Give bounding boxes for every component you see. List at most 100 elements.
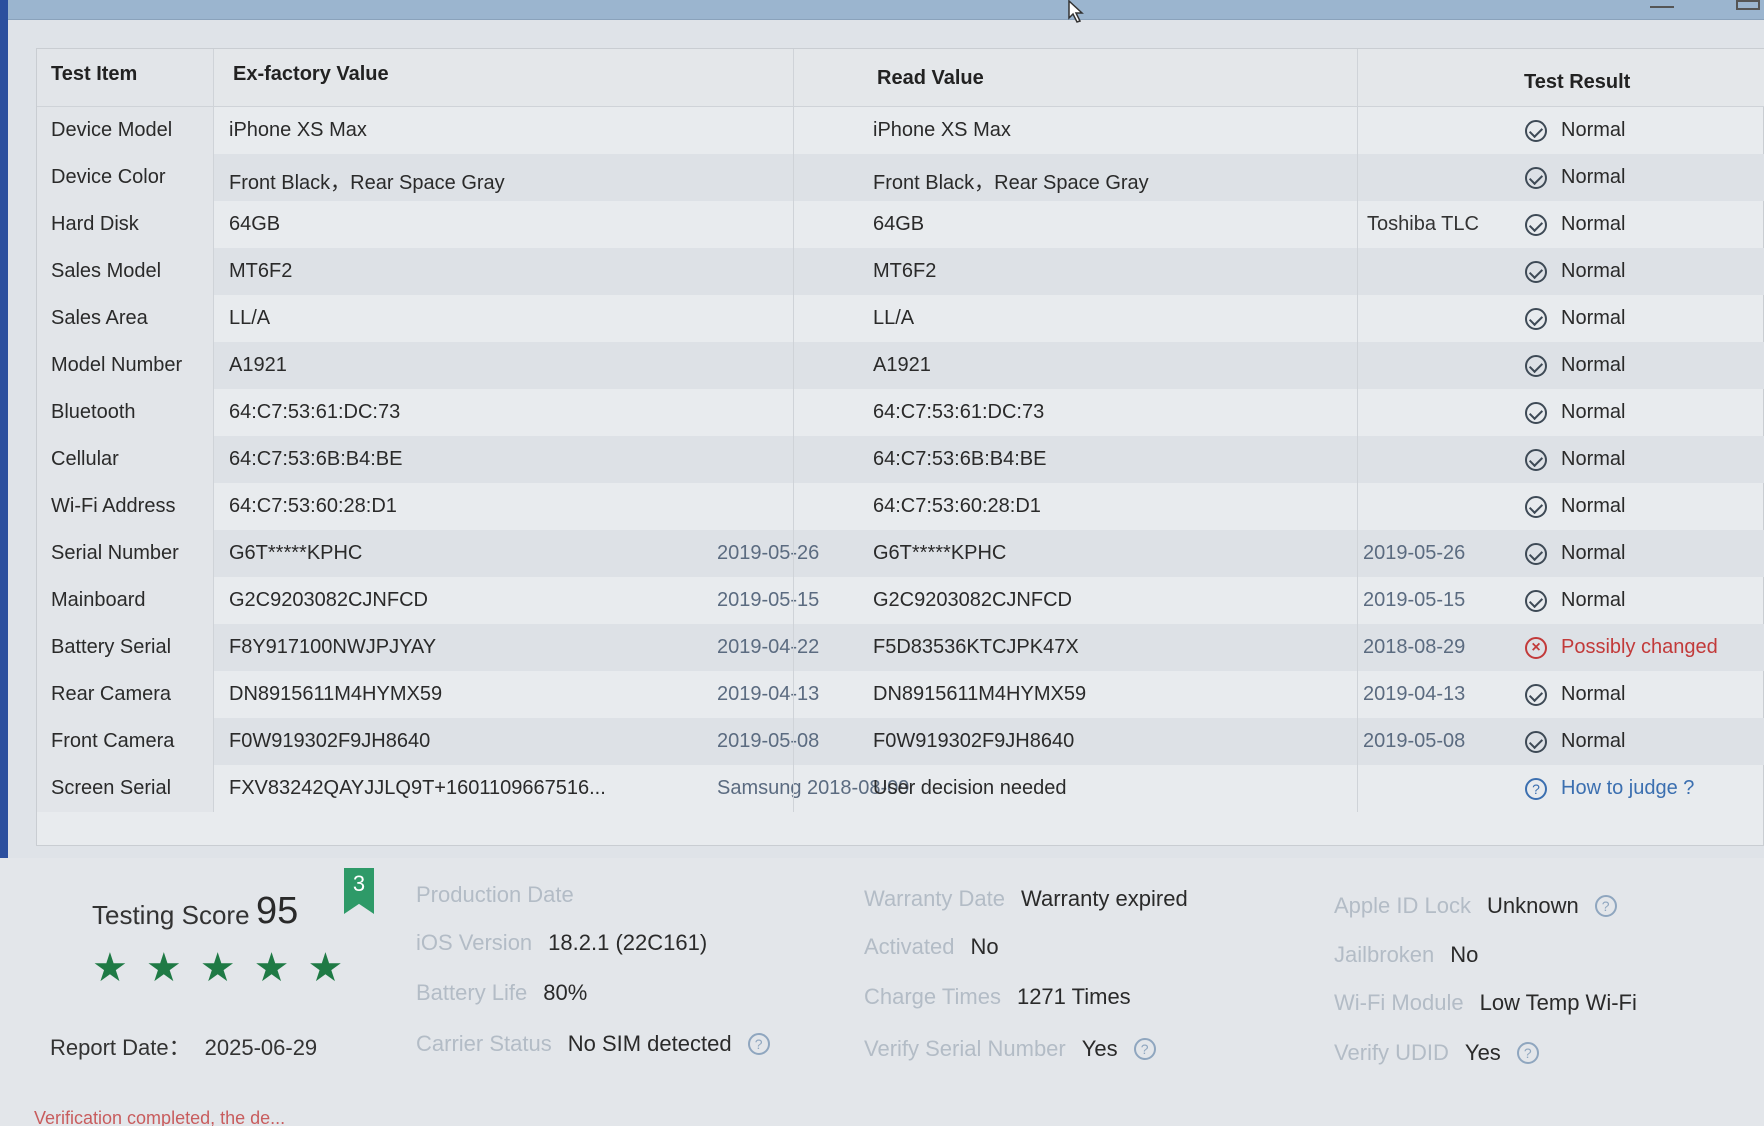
read-date-cell: 2019-05-26 — [1363, 542, 1466, 564]
test-result-cell: Normal — [1525, 542, 1625, 565]
test-result-label: Normal — [1561, 354, 1626, 376]
activated-label: Activated — [864, 934, 955, 959]
ex-factory-date-cell: 2019-04-22 — [717, 636, 820, 658]
ex-factory-value-cell: FXV83242QAYJJLQ9T+1601109667516... — [229, 777, 606, 799]
charge-times-value: 1271 Times — [1016, 984, 1131, 1009]
check-circle-icon — [1525, 166, 1547, 189]
star-icon: ★ — [199, 946, 236, 990]
ios-version-label: iOS Version — [416, 930, 533, 955]
apple-id-lock: Apple ID Lock Unknown ? — [1334, 893, 1617, 919]
production-date-label: Production Date — [416, 882, 574, 907]
warranty-date: Warranty Date Warranty expired — [864, 886, 1188, 912]
test-result-cell: Normal — [1525, 730, 1625, 753]
mouse-cursor-icon — [1068, 0, 1084, 23]
check-circle-icon — [1525, 589, 1547, 612]
table-row: Battery Serial F8Y917100NWJPJYAY 2019-04-2… — [37, 624, 1764, 671]
test-results-panel: Test Item Ex-factory Value Read Value Te… — [36, 48, 1764, 846]
jailbroken: Jailbroken No — [1334, 942, 1478, 968]
read-value-cell: 64GB — [873, 213, 925, 235]
help-icon[interactable]: ? — [1516, 1042, 1539, 1064]
read-value-cell: G2C9203082CJNFCD — [873, 589, 1072, 611]
test-result-label: Normal — [1561, 119, 1626, 141]
table-row: Rear Camera DN8915611M4HYMX59 2019-04-13 DN… — [37, 671, 1764, 718]
test-results-table: Test Item Ex-factory Value Read Value Te… — [37, 49, 1764, 812]
read-value-cell: 64:C7:53:60:28:D1 — [873, 495, 1041, 517]
test-result-cell: Normal — [1525, 589, 1625, 612]
help-icon[interactable]: ? — [1133, 1038, 1156, 1060]
check-circle-icon — [1525, 730, 1547, 753]
table-row: Sales Area LL/A LL/A Normal — [37, 295, 1764, 342]
test-item-cell: Front Camera — [51, 730, 175, 752]
check-circle-icon — [1525, 260, 1547, 283]
header-test-result: Test Result — [1524, 71, 1631, 93]
check-circle-icon — [1525, 119, 1547, 142]
ex-factory-value-cell: A1921 — [229, 354, 287, 376]
wifi-module-value: Low Temp Wi-Fi — [1479, 990, 1637, 1015]
warranty-date-value: Warranty expired — [1021, 886, 1188, 911]
ex-factory-value-cell: iPhone XS Max — [229, 119, 367, 141]
ex-factory-value-cell: F8Y917100NWJPJYAY — [229, 636, 437, 658]
test-item-cell: Screen Serial — [51, 777, 172, 799]
report-date: Report Date： 2025-06-29 — [50, 1030, 317, 1062]
ex-factory-value-cell: LL/A — [229, 307, 271, 329]
testing-score-label: Testing Score — [92, 900, 250, 930]
test-result-label: Normal — [1561, 495, 1626, 517]
help-icon[interactable]: ? — [747, 1033, 770, 1055]
test-result-label: Normal — [1561, 542, 1626, 564]
read-value-cell: G6T*****KPHC — [873, 542, 1007, 564]
read-date-cell: 2018-08-29 — [1363, 636, 1466, 658]
test-result-cell: × Possibly changed — [1525, 636, 1718, 659]
test-result-cell: Normal — [1525, 166, 1625, 189]
maximize-icon[interactable] — [1736, 0, 1760, 10]
test-result-cell: Normal — [1525, 260, 1625, 283]
report-date-value: 2025-06-29 — [204, 1035, 318, 1060]
report-date-label: Report Date： — [50, 1035, 191, 1060]
test-item-cell: Sales Model — [51, 260, 162, 282]
table-row: Model Number A1921 A1921 Normal — [37, 342, 1764, 389]
read-value-cell: LL/A — [873, 307, 915, 329]
wifi-module-label: Wi-Fi Module — [1334, 990, 1464, 1015]
carrier-status: Carrier Status No SIM detected ? — [416, 1031, 770, 1057]
help-icon[interactable]: ? — [1525, 777, 1547, 800]
test-result-cell: Normal — [1525, 401, 1625, 424]
ex-factory-value-cell: MT6F2 — [229, 260, 293, 282]
ex-factory-date-cell: 2019-05-26 — [717, 542, 820, 564]
check-circle-icon — [1525, 354, 1547, 377]
test-item-cell: Model Number — [51, 354, 183, 376]
read-value-cell: F0W919302F9JH8640 — [873, 730, 1075, 752]
ex-factory-value-cell: 64GB — [229, 213, 281, 235]
header-read-value: Read Value — [877, 67, 984, 89]
table-row: Front Camera F0W919302F9JH8640 2019-05-08 F… — [37, 718, 1764, 765]
test-result-label: Possibly changed — [1561, 636, 1718, 658]
verify-udid: Verify UDID Yes ? — [1334, 1040, 1539, 1066]
test-result-cell[interactable]: ? How to judge ? — [1525, 777, 1694, 800]
ex-factory-date-cell: 2019-05-08 — [717, 730, 820, 752]
table-row: Device Color Front Black，Rear Space Gray F… — [37, 154, 1764, 201]
read-value-cell: Front Black，Rear Space Gray — [873, 172, 1149, 194]
test-result-cell: Normal — [1525, 354, 1625, 377]
test-item-cell: Wi-Fi Address — [51, 495, 176, 517]
help-icon[interactable]: ? — [1594, 895, 1617, 917]
read-value-cell: 64:C7:53:61:DC:73 — [873, 401, 1045, 423]
ios-version: iOS Version 18.2.1 (22C161) — [416, 930, 707, 956]
check-circle-icon — [1525, 683, 1547, 706]
ex-factory-value-cell: DN8915611M4HYMX59 — [229, 683, 443, 705]
jailbroken-label: Jailbroken — [1334, 942, 1435, 967]
test-result-label: Normal — [1561, 683, 1626, 705]
table-row: Bluetooth 64:C7:53:61:DC:73 64:C7:53:61:DC… — [37, 389, 1764, 436]
star-icon: ★ — [145, 946, 182, 990]
minimize-icon[interactable] — [1650, 0, 1674, 8]
table-row: Hard Disk 64GB 64GB Toshiba TLC Normal — [37, 201, 1764, 248]
jailbroken-value: No — [1450, 942, 1479, 967]
check-circle-icon — [1525, 448, 1547, 471]
rating-stars: ★ ★ ★ ★ ★ — [92, 948, 343, 988]
table-row: Device Model iPhone XS Max iPhone XS Max No… — [37, 107, 1764, 154]
warranty-date-label: Warranty Date — [864, 886, 1006, 911]
production-date: Production Date — [416, 882, 590, 908]
ex-factory-value-cell: G2C9203082CJNFCD — [229, 589, 428, 611]
column-divider — [1357, 49, 1358, 812]
table-row: Serial Number G6T*****KPHC 2019-05-26 G6T**… — [37, 530, 1764, 577]
table-row: Cellular 64:C7:53:6B:B4:BE 64:C7:53:6B:B4:… — [37, 436, 1764, 483]
read-date-cell: 2019-05-08 — [1363, 730, 1466, 752]
read-date-cell: 2019-04-13 — [1363, 683, 1466, 705]
